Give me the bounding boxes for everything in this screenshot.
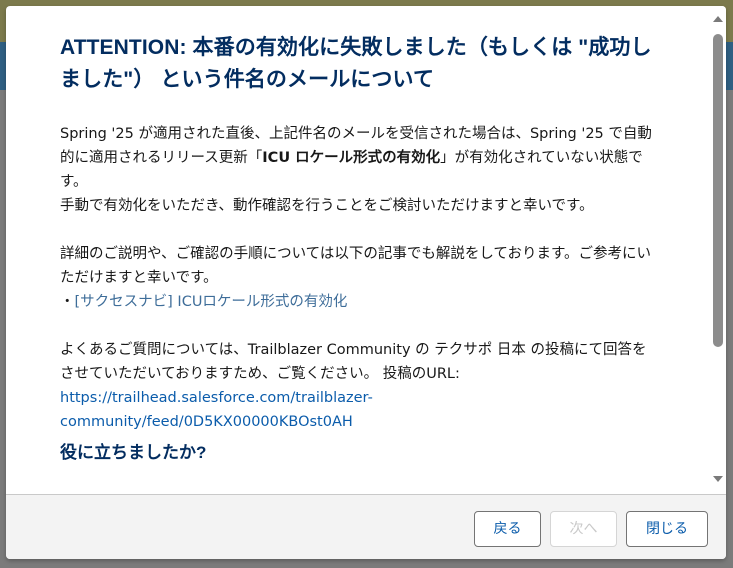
modal-title: ATTENTION: 本番の有効化に失敗しました（もしくは "成功しました"） … xyxy=(60,36,652,91)
announcement-modal: ATTENTION: 本番の有効化に失敗しました（もしくは "成功しました"） … xyxy=(6,6,726,559)
paragraph-faq: よくあるご質問については、Trailblazer Community の テクサ… xyxy=(60,342,647,382)
url-line-2: community/feed/0D5KX00000KBOst0AH xyxy=(60,414,353,430)
modal-scrollbar[interactable] xyxy=(709,6,726,494)
success-navi-link[interactable]: [サクセスナビ] ICUロケール形式の有効化 xyxy=(75,294,348,310)
paragraph-article-reference: 詳細のご説明や、ご確認の手順については以下の記事でも解説をしております。ご参考に… xyxy=(60,246,652,286)
scroll-down-arrow-icon[interactable] xyxy=(713,476,723,482)
url-line-1: https://trailhead.salesforce.com/trailbl… xyxy=(60,390,373,406)
back-button[interactable]: 戻る xyxy=(474,511,541,547)
bullet-item: ・[サクセスナビ] ICUロケール形式の有効化 xyxy=(60,290,660,314)
community-url: https://trailhead.salesforce.com/trailbl… xyxy=(60,386,660,434)
next-button[interactable]: 次へ xyxy=(550,511,617,547)
modal-footer: 戻る 次へ 閉じる xyxy=(6,494,726,559)
release-update-name: ICU ロケール形式の有効化 xyxy=(262,150,441,166)
scroll-thumb[interactable] xyxy=(713,34,723,347)
bullet-marker: ・ xyxy=(60,294,75,310)
scroll-up-arrow-icon[interactable] xyxy=(713,16,723,22)
close-button[interactable]: 閉じる xyxy=(626,511,708,547)
modal-body: ATTENTION: 本番の有効化に失敗しました（もしくは "成功しました"） … xyxy=(6,6,708,494)
community-url-link[interactable]: https://trailhead.salesforce.com/trailbl… xyxy=(60,390,373,430)
paragraph-release-update: Spring '25 が適用された直後、上記件名のメールを受信された場合は、Sp… xyxy=(60,122,660,194)
helpful-question: 役に立ちましたか? xyxy=(60,443,207,462)
modal-content: ATTENTION: 本番の有効化に失敗しました（もしくは "成功しました"） … xyxy=(60,32,660,466)
paragraph-manual-enable: 手動で有効化をいただき、動作確認を行うことをご検討いただけますと幸いです。 xyxy=(60,198,594,214)
